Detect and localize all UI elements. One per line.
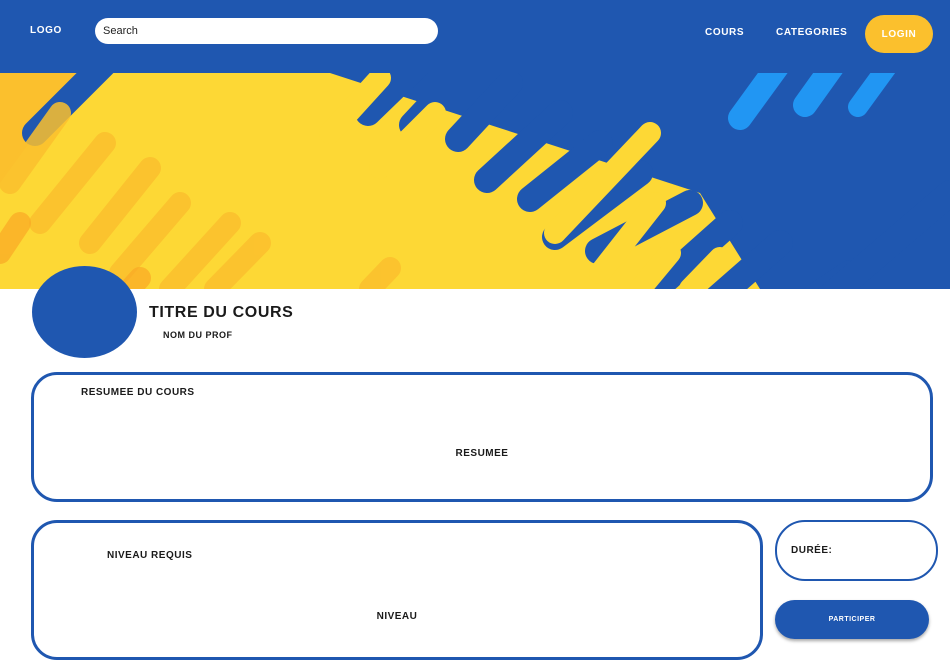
course-title: TITRE DU COURS (149, 304, 294, 321)
summary-text: RESUMEE (455, 448, 509, 459)
course-summary-card: RESUMEE DU COURS RESUMEE (31, 372, 933, 502)
top-navbar: LOGO COURS CATEGORIES LOGIN (0, 0, 950, 73)
search-input[interactable] (95, 18, 438, 44)
logo[interactable]: LOGO (30, 25, 62, 36)
level-text: NIVEAU (376, 611, 418, 622)
professor-name: NOM DU PROF (163, 330, 233, 340)
level-heading: NIVEAU REQUIS (107, 550, 193, 561)
avatar (32, 266, 137, 358)
nav-link-categories[interactable]: CATEGORIES (776, 27, 847, 38)
hero-banner (0, 73, 950, 289)
summary-heading: RESUMEE DU COURS (81, 387, 195, 398)
duration-label: DURÉE: (791, 545, 833, 556)
login-button[interactable]: LOGIN (865, 15, 933, 53)
hero-illustration (0, 73, 950, 289)
participate-button[interactable]: PARTICIPER (775, 600, 929, 639)
nav-link-cours[interactable]: COURS (705, 27, 744, 38)
required-level-card: NIVEAU REQUIS NIVEAU (31, 520, 763, 660)
duration-card: DURÉE: (775, 520, 938, 581)
